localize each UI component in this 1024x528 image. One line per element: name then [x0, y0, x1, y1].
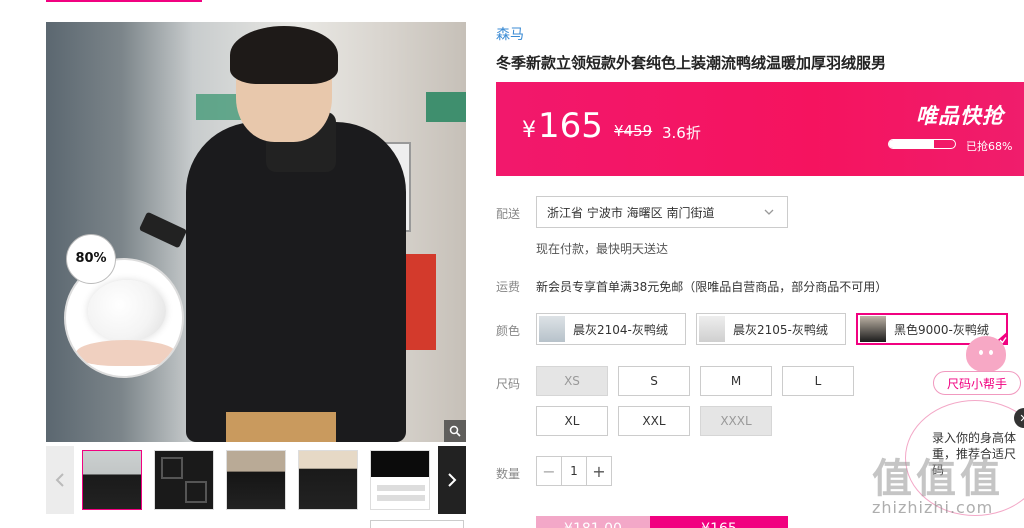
- color-swatch: [699, 316, 725, 342]
- color-swatch: [860, 316, 886, 342]
- hand: [76, 340, 176, 366]
- quantity-input[interactable]: 1: [561, 457, 587, 485]
- detail-square: [185, 481, 207, 503]
- watermark-url: zhizhizhi.com: [872, 498, 994, 517]
- color-option-label: 黑色9000-灰鸭绒: [894, 322, 989, 337]
- color-label: 颜色: [496, 324, 521, 338]
- thumbnail-line: [377, 485, 425, 491]
- sold-progress-bar: [888, 139, 956, 149]
- sold-progress-fill: [889, 140, 934, 148]
- product-title: 冬季新款立领短款外套纯色上装潮流鸭绒温暖加厚羽绒服男: [496, 54, 887, 72]
- original-price: ¥459: [614, 122, 653, 140]
- quantity-increase-button[interactable]: +: [587, 457, 611, 485]
- color-option-1[interactable]: 晨灰2104-灰鸭绒: [536, 313, 686, 345]
- color-option-2[interactable]: 晨灰2105-灰鸭绒: [696, 313, 846, 345]
- detail-square: [161, 457, 183, 479]
- color-option-label: 晨灰2105-灰鸭绒: [733, 322, 828, 337]
- currency-symbol: ¥: [522, 118, 536, 143]
- thumbnail-strip: [46, 446, 466, 514]
- phone: [138, 211, 188, 249]
- background-sign: [426, 92, 466, 122]
- thumbnail-next-button[interactable]: [438, 446, 466, 514]
- magnifier-icon: [449, 425, 461, 437]
- mascot-eye: [989, 350, 993, 355]
- chevron-down-icon: [764, 209, 774, 215]
- delivery-address-select[interactable]: 浙江省 宁波市 海曙区 南门街道: [536, 196, 788, 228]
- thumbnail-dark-band: [371, 451, 429, 477]
- quantity-stepper: − 1 +: [536, 456, 612, 486]
- shipping-info: 新会员专享首单满38元免邮（限唯品自营商品，部分商品不可用）: [536, 280, 888, 294]
- color-option-label: 晨灰2104-灰鸭绒: [573, 322, 668, 337]
- main-product-image[interactable]: 80% 鸭绒: [46, 22, 466, 442]
- chevron-right-icon: [448, 473, 457, 487]
- chevron-left-icon: [55, 473, 64, 487]
- down-fluff: [88, 280, 166, 342]
- badge-percent: 80%: [75, 251, 107, 267]
- delivery-address: 浙江省 宁波市 海曙区 南门街道: [547, 205, 715, 220]
- size-option-l[interactable]: L: [782, 366, 854, 396]
- delivery-note: 现在付款，最快明天送达: [536, 242, 669, 256]
- size-helper-button[interactable]: 尺码小帮手: [933, 371, 1021, 395]
- thumbnail-1[interactable]: [82, 450, 142, 510]
- size-option-xxxl[interactable]: XXXL: [700, 406, 772, 436]
- thumbnail-3[interactable]: [226, 450, 286, 510]
- current-price: 165: [538, 106, 603, 146]
- watermark-logo: 值值值: [872, 456, 1004, 502]
- mascot-eye: [979, 350, 983, 355]
- thumbnail-4[interactable]: [298, 450, 358, 510]
- size-label: 尺码: [496, 377, 521, 391]
- flash-sale-title: 唯品快抢: [916, 104, 1004, 128]
- size-option-xl[interactable]: XL: [536, 406, 608, 436]
- size-option-m[interactable]: M: [700, 366, 772, 396]
- brand-link[interactable]: 森马: [496, 24, 524, 44]
- size-option-xxl[interactable]: XXL: [618, 406, 690, 436]
- shipping-label: 运费: [496, 280, 521, 294]
- below-strip: [370, 520, 464, 528]
- quantity-label: 数量: [496, 467, 521, 481]
- thumbnail-line: [377, 495, 425, 501]
- size-option-s[interactable]: S: [618, 366, 690, 396]
- thumbnail-prev-button[interactable]: [46, 446, 74, 514]
- size-option-xs[interactable]: XS: [536, 366, 608, 396]
- color-swatch: [539, 316, 565, 342]
- buy-normal-price-button[interactable]: ¥181.00: [536, 516, 650, 528]
- price-banner: ¥ 165 ¥459 3.6折 唯品快抢 已抢68%: [496, 82, 1024, 176]
- delivery-label: 配送: [496, 207, 521, 221]
- watermark: 值值值 zhizhizhi.com: [872, 446, 1024, 526]
- mascot-icon[interactable]: [966, 336, 1006, 372]
- buy-flash-price-button[interactable]: ¥165: [650, 516, 788, 528]
- quantity-decrease-button[interactable]: −: [537, 457, 561, 485]
- model-pants: [226, 412, 336, 442]
- discount-label: 3.6折: [662, 124, 701, 142]
- top-accent-line: [46, 0, 202, 2]
- down-content-badge: 80% 鸭绒: [66, 234, 116, 284]
- sold-percent: 已抢68%: [966, 140, 1013, 153]
- thumbnail-5[interactable]: [370, 450, 430, 510]
- model-hair: [230, 26, 338, 84]
- zoom-button[interactable]: [444, 420, 466, 442]
- thumbnail-2[interactable]: [154, 450, 214, 510]
